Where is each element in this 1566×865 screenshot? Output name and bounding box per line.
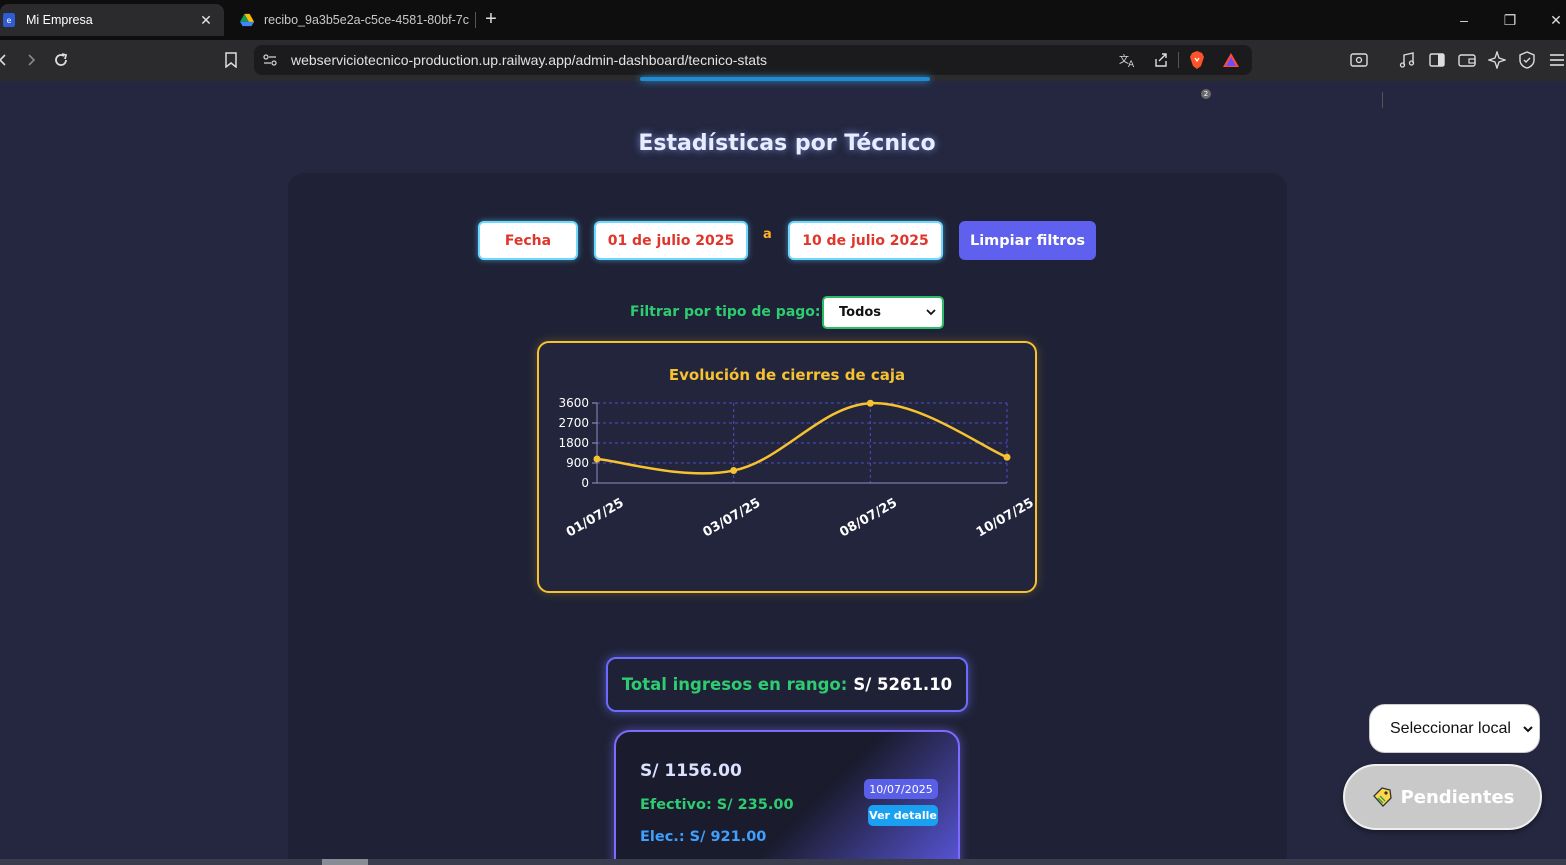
receipt-amount: S/ 1156.00 (640, 761, 742, 781)
payment-type-value: Todos (839, 305, 882, 320)
leo-ai-icon[interactable] (1486, 49, 1508, 71)
minimize-button[interactable]: – (1444, 8, 1484, 32)
start-date-input[interactable]: 01 de julio 2025 (594, 221, 748, 260)
new-tab-button[interactable]: + (480, 8, 502, 30)
site-settings-icon[interactable] (260, 50, 280, 70)
total-income-box: Total ingresos en rango: S/ 5261.10 (606, 657, 968, 712)
bookmark-icon[interactable] (220, 49, 242, 71)
horizontal-scrollbar[interactable] (0, 859, 1566, 865)
svg-text:e: e (7, 16, 12, 25)
svg-text:A: A (1128, 60, 1135, 68)
cash-closing-chart: Evolución de cierres de caja 0 900 1800 270… (558, 366, 1037, 541)
pending-tag-icon (1371, 786, 1393, 808)
close-window-button[interactable]: ✕ (1536, 8, 1566, 32)
y-tick-label: 1800 (558, 436, 589, 450)
header-glow-bar (640, 77, 930, 81)
local-select-value: Seleccionar local (1390, 719, 1511, 737)
shields-count-badge: 2 (1201, 89, 1211, 99)
x-tick-label: 03/07/25 (701, 496, 764, 541)
end-date-input[interactable]: 10 de julio 2025 (788, 221, 943, 260)
url-text[interactable]: webserviciotecnico-production.up.railway… (291, 52, 767, 68)
view-detail-button[interactable]: Ver detalle (868, 805, 938, 826)
payment-type-label: Filtrar por tipo de pago: (630, 304, 821, 320)
data-point (730, 467, 738, 475)
pending-button-label: Pendientes (1400, 786, 1515, 808)
vpn-shield-icon[interactable] (1516, 49, 1538, 71)
tab-mi-empresa[interactable]: e Mi Empresa ✕ (0, 4, 224, 36)
forward-icon[interactable] (20, 49, 42, 71)
address-bar[interactable]: webserviciotecnico-production.up.railway… (254, 45, 1252, 75)
page-title: Estadísticas por Técnico (638, 131, 936, 156)
pending-button[interactable]: Pendientes (1343, 764, 1542, 830)
tab-title: Mi Empresa (26, 13, 93, 27)
data-point (593, 455, 601, 463)
browser-tab-bar: e Mi Empresa ✕ recibo_9a3b5e2a-c5ce-4581… (0, 0, 1566, 40)
data-point (1003, 453, 1011, 461)
clear-filters-button[interactable]: Limpiar filtros (959, 221, 1096, 260)
y-tick-label: 0 (581, 476, 589, 490)
share-icon[interactable] (1151, 50, 1171, 70)
date-filter-label[interactable]: Fecha (478, 221, 578, 260)
brave-shields-icon[interactable] (1187, 50, 1207, 70)
y-tick-label: 3600 (558, 396, 589, 410)
reader-mode-icon[interactable] (1348, 49, 1370, 71)
chevron-down-icon (926, 306, 936, 321)
chevron-down-icon (1522, 722, 1534, 740)
close-tab-icon[interactable]: ✕ (196, 12, 216, 29)
app-favicon-icon: e (2, 13, 16, 27)
receipt-card: S/ 1156.00 Efectivo: S/ 235.00 Elec.: S/… (614, 730, 960, 865)
date-range-separator: a (763, 227, 772, 242)
x-tick-label: 08/07/25 (837, 496, 900, 541)
receipt-cash-amount: Efectivo: S/ 235.00 (640, 797, 794, 813)
toolbar-divider (1382, 92, 1383, 108)
local-select[interactable]: Seleccionar local (1369, 704, 1540, 753)
tab-divider (475, 12, 476, 28)
restore-button[interactable]: ❐ (1490, 8, 1530, 32)
menu-icon[interactable] (1546, 49, 1566, 71)
payment-type-select[interactable]: Todos (822, 296, 944, 329)
wallet-icon[interactable] (1456, 49, 1478, 71)
brave-rewards-icon[interactable] (1221, 50, 1241, 70)
x-tick-label: 01/07/25 (564, 496, 627, 541)
chart-title: Evolución de cierres de caja (669, 366, 905, 384)
sidebar-icon[interactable] (1426, 49, 1448, 71)
url-divider (1178, 52, 1179, 68)
y-tick-label: 900 (566, 456, 589, 470)
scrollbar-thumb[interactable] (322, 859, 368, 865)
google-drive-icon (240, 13, 254, 27)
x-tick-label: 10/07/25 (974, 496, 1037, 541)
translate-icon[interactable]: 文A (1118, 50, 1138, 70)
total-income-value: S/ 5261.10 (853, 675, 953, 694)
back-icon[interactable] (0, 49, 14, 71)
tab-title: recibo_9a3b5e2a-c5ce-4581-80bf-7c (264, 13, 470, 27)
receipt-electronic-amount: Elec.: S/ 921.00 (640, 829, 767, 845)
tab-recibo[interactable]: recibo_9a3b5e2a-c5ce-4581-80bf-7c (232, 4, 476, 36)
data-point (866, 399, 874, 407)
total-income-label: Total ingresos en rango: (621, 675, 848, 694)
browser-toolbar: webserviciotecnico-production.up.railway… (0, 40, 1566, 108)
receipt-date-badge: 10/07/2025 (864, 779, 938, 799)
reload-icon[interactable] (50, 49, 72, 71)
y-tick-label: 2700 (558, 416, 589, 430)
media-icon[interactable] (1396, 49, 1418, 71)
